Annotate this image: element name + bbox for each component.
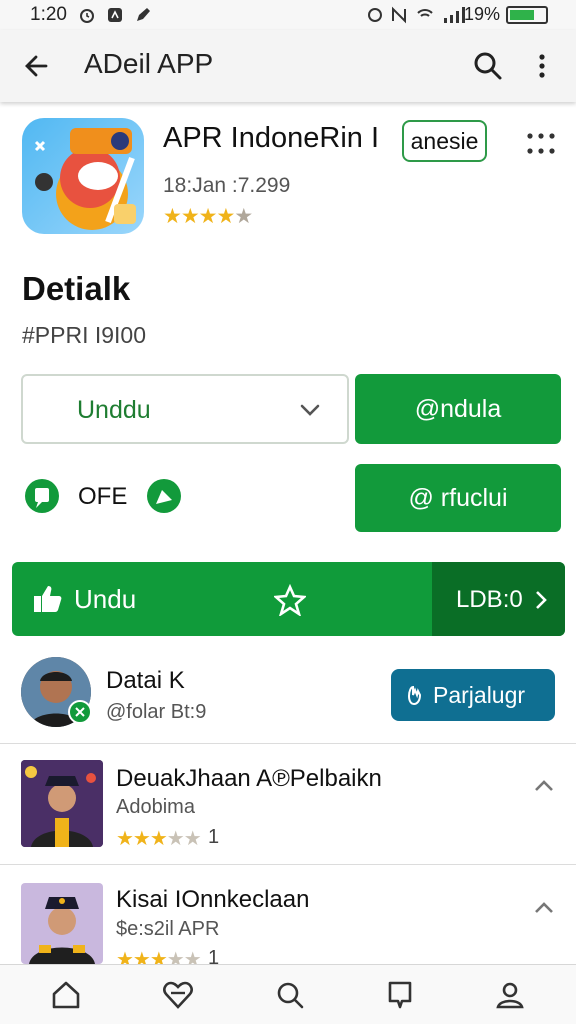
list-item-subtitle: $e:s2il APR bbox=[116, 918, 220, 940]
developer-name: Datai K bbox=[106, 667, 185, 694]
developer-handle: @folar Bt:9 bbox=[106, 701, 207, 723]
notification-icon bbox=[108, 8, 122, 22]
grid-menu-icon[interactable] bbox=[526, 131, 556, 157]
chat-bubble-icon[interactable] bbox=[24, 478, 60, 514]
section-heading: Detialk bbox=[22, 270, 131, 307]
dropdown-label: Unddu bbox=[77, 396, 151, 424]
primary-download-button[interactable]: @ndula bbox=[355, 374, 561, 444]
secondary-button[interactable]: @ rfuclui bbox=[355, 464, 561, 532]
wifi-icon bbox=[417, 9, 433, 17]
divider bbox=[0, 864, 576, 865]
list-item-stars: ★★★★★ bbox=[116, 828, 202, 850]
heart-icon[interactable] bbox=[162, 979, 194, 1011]
divider bbox=[0, 743, 576, 744]
bookmark-icon[interactable] bbox=[384, 979, 416, 1011]
version-dropdown[interactable]: Unddu bbox=[21, 374, 349, 444]
edit-icon bbox=[137, 8, 150, 21]
sync-icon bbox=[368, 8, 382, 22]
app-rating-stars: ★★★★★ bbox=[163, 205, 253, 228]
app-meta: 18:Jan :7.299 bbox=[163, 174, 291, 197]
profile-icon[interactable] bbox=[494, 979, 526, 1011]
list-item-thumbnail[interactable] bbox=[21, 760, 103, 847]
app-icon[interactable] bbox=[22, 118, 144, 234]
status-time: 1:20 bbox=[30, 4, 67, 25]
back-arrow-icon[interactable] bbox=[22, 52, 50, 80]
home-icon[interactable] bbox=[50, 979, 82, 1011]
thumbs-up-icon bbox=[34, 586, 62, 612]
send-icon[interactable] bbox=[146, 478, 182, 514]
list-item-thumbnail[interactable] bbox=[21, 883, 103, 964]
list-item-subtitle: Adobima bbox=[116, 796, 195, 818]
star-outline-icon[interactable] bbox=[274, 584, 306, 616]
app-bar: ADeil APP bbox=[0, 30, 576, 102]
status-bar: 1:20 19% bbox=[0, 0, 576, 30]
app-name: APR IndoneRin I bbox=[163, 122, 380, 154]
chevron-right-icon bbox=[536, 591, 547, 609]
ofe-label: OFE bbox=[78, 483, 128, 510]
list-item-title[interactable]: DeuakJhaan A℗Pelbaikn bbox=[116, 765, 382, 793]
follow-button-label: Parjalugr bbox=[433, 682, 526, 708]
search-nav-icon[interactable] bbox=[274, 979, 306, 1011]
install-bar[interactable]: Undu LDB:0 bbox=[12, 562, 565, 636]
language-badge[interactable]: anesie bbox=[402, 120, 487, 162]
chevron-up-icon[interactable] bbox=[532, 896, 556, 920]
install-bar-label: Undu bbox=[74, 584, 137, 614]
nfc-icon bbox=[392, 6, 406, 24]
install-bar-right-label: LDB:0 bbox=[456, 586, 523, 613]
battery-icon bbox=[506, 6, 548, 24]
bottom-navigation bbox=[0, 964, 576, 1024]
hand-icon bbox=[407, 685, 422, 706]
chevron-up-icon[interactable] bbox=[532, 774, 556, 798]
follow-button[interactable]: Parjalugr bbox=[391, 669, 555, 721]
chevron-down-icon bbox=[300, 404, 320, 416]
install-bar-right[interactable]: LDB:0 bbox=[432, 562, 565, 636]
battery-percent: 19% bbox=[463, 4, 500, 24]
more-vert-icon[interactable] bbox=[532, 50, 552, 82]
page-title: ADeil APP bbox=[84, 48, 214, 79]
section-subheading: #PPRI I9I00 bbox=[22, 322, 147, 348]
list-item-title[interactable]: Kisai IOnnkeclaan bbox=[116, 886, 309, 914]
search-icon[interactable] bbox=[472, 50, 504, 82]
list-item-count: 1 bbox=[208, 826, 220, 848]
verified-badge-icon bbox=[68, 700, 92, 724]
alarm-icon bbox=[80, 9, 94, 23]
